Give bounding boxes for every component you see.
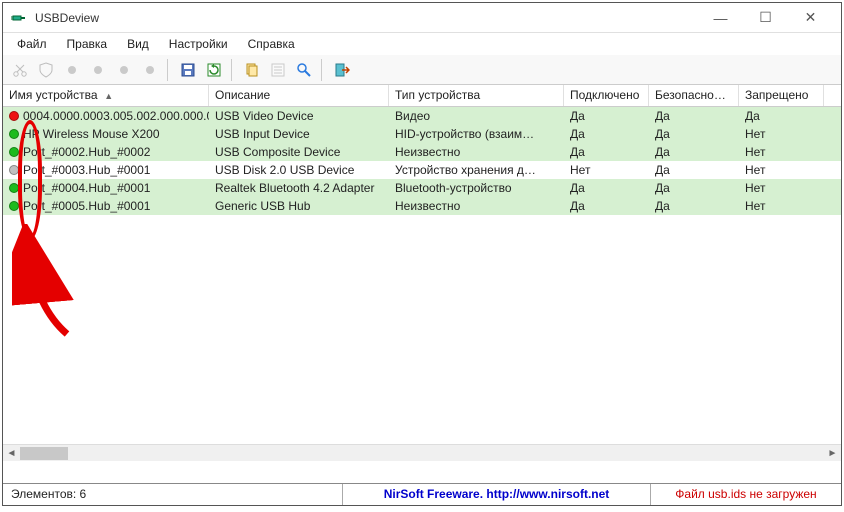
minimize-button[interactable]: — [698, 3, 743, 33]
copy-icon[interactable] [241, 59, 263, 81]
cell-type: Неизвестно [389, 145, 564, 159]
cell-desc: USB Input Device [209, 127, 389, 141]
table-row[interactable]: Port_#0003.Hub_#0001 USB Disk 2.0 USB Dev… [3, 161, 841, 179]
table-row[interactable]: Port_#0002.Hub_#0002 USB Composite Device… [3, 143, 841, 161]
cell-name: Port_#0002.Hub_#0002 [23, 145, 150, 159]
cell-denied: Да [739, 109, 824, 123]
column-header-denied[interactable]: Запрещено [739, 85, 824, 106]
scissors-icon[interactable] [9, 59, 31, 81]
status-link[interactable]: NirSoft Freeware. http://www.nirsoft.net [343, 484, 651, 505]
menu-help[interactable]: Справка [240, 35, 303, 53]
menu-edit[interactable]: Правка [59, 35, 116, 53]
cell-connected: Да [564, 127, 649, 141]
titlebar[interactable]: USBDeview — ☐ ✕ [3, 3, 841, 33]
column-header-desc[interactable]: Описание [209, 85, 389, 106]
cell-safe: Да [649, 127, 739, 141]
dot4-icon[interactable] [139, 59, 161, 81]
cell-desc: Realtek Bluetooth 4.2 Adapter [209, 181, 389, 195]
cell-name: Port_#0004.Hub_#0001 [23, 181, 150, 195]
cell-connected: Да [564, 181, 649, 195]
cell-connected: Да [564, 145, 649, 159]
statusbar: Элементов: 6 NirSoft Freeware. http://ww… [3, 483, 841, 505]
status-dot-icon [9, 147, 19, 157]
cell-desc: USB Composite Device [209, 145, 389, 159]
window-title: USBDeview [35, 11, 99, 25]
cell-type: HID-устройство (взаим… [389, 127, 564, 141]
cell-safe: Да [649, 181, 739, 195]
cell-denied: Нет [739, 199, 824, 213]
exit-icon[interactable] [331, 59, 353, 81]
cell-name: 0004.0000.0003.005.002.000.000.0… [23, 109, 209, 123]
cell-safe: Да [649, 199, 739, 213]
scroll-right-arrow-icon[interactable]: ► [824, 445, 841, 462]
column-headers: Имя устройства ▲ Описание Тип устройства… [3, 85, 841, 107]
cell-safe: Да [649, 109, 739, 123]
status-dot-icon [9, 111, 19, 121]
menu-view[interactable]: Вид [119, 35, 157, 53]
toolbar-separator [321, 59, 325, 81]
table-row[interactable]: Port_#0005.Hub_#0001 Generic USB HubНеизв… [3, 197, 841, 215]
dot1-icon[interactable] [61, 59, 83, 81]
cell-name: HP Wireless Mouse X200 [23, 127, 160, 141]
column-header-name[interactable]: Имя устройства ▲ [3, 85, 209, 106]
app-window: USBDeview — ☐ ✕ Файл Правка Вид Настройк… [2, 2, 842, 506]
sort-indicator-icon: ▲ [104, 91, 113, 101]
menu-settings[interactable]: Настройки [161, 35, 236, 53]
cell-safe: Да [649, 163, 739, 177]
refresh-icon[interactable] [203, 59, 225, 81]
cell-type: Видео [389, 109, 564, 123]
status-dot-icon [9, 183, 19, 193]
menubar: Файл Правка Вид Настройки Справка [3, 33, 841, 55]
table-row[interactable]: Port_#0004.Hub_#0001 Realtek Bluetooth 4.… [3, 179, 841, 197]
cell-denied: Нет [739, 145, 824, 159]
list-view: Имя устройства ▲ Описание Тип устройства… [3, 85, 841, 483]
status-dot-icon [9, 129, 19, 139]
cell-desc: USB Video Device [209, 109, 389, 123]
find-icon[interactable] [293, 59, 315, 81]
close-button[interactable]: ✕ [788, 3, 833, 33]
cell-denied: Нет [739, 127, 824, 141]
toolbar-separator [167, 59, 171, 81]
cell-name: Port_#0005.Hub_#0001 [23, 199, 150, 213]
cell-desc: USB Disk 2.0 USB Device [209, 163, 389, 177]
cell-denied: Нет [739, 163, 824, 177]
dot2-icon[interactable] [87, 59, 109, 81]
cell-desc: Generic USB Hub [209, 199, 389, 213]
shield-icon[interactable] [35, 59, 57, 81]
maximize-button[interactable]: ☐ [743, 3, 788, 33]
column-header-type[interactable]: Тип устройства [389, 85, 564, 106]
cell-type: Bluetooth-устройство [389, 181, 564, 195]
cell-connected: Нет [564, 163, 649, 177]
table-row[interactable]: HP Wireless Mouse X200 USB Input DeviceHI… [3, 125, 841, 143]
toolbar-separator [231, 59, 235, 81]
cell-connected: Да [564, 199, 649, 213]
dot3-icon[interactable] [113, 59, 135, 81]
menu-file[interactable]: Файл [9, 35, 55, 53]
cell-connected: Да [564, 109, 649, 123]
save-icon[interactable] [177, 59, 199, 81]
status-count: Элементов: 6 [3, 484, 343, 505]
column-header-connected[interactable]: Подключено [564, 85, 649, 106]
status-dot-icon [9, 165, 19, 175]
rows-container: 0004.0000.0003.005.002.000.000.0…USB Vid… [3, 107, 841, 215]
horizontal-scrollbar[interactable]: ◄ ► [3, 444, 841, 461]
column-header-safe[interactable]: Безопасное … [649, 85, 739, 106]
app-icon [11, 10, 27, 26]
cell-denied: Нет [739, 181, 824, 195]
status-ids: Файл usb.ids не загружен [651, 484, 841, 505]
status-dot-icon [9, 201, 19, 211]
cell-type: Неизвестно [389, 199, 564, 213]
toolbar [3, 55, 841, 85]
cell-type: Устройство хранения д… [389, 163, 564, 177]
properties-icon[interactable] [267, 59, 289, 81]
scroll-thumb[interactable] [20, 447, 68, 460]
scroll-left-arrow-icon[interactable]: ◄ [3, 445, 20, 462]
cell-name: Port_#0003.Hub_#0001 [23, 163, 150, 177]
table-row[interactable]: 0004.0000.0003.005.002.000.000.0…USB Vid… [3, 107, 841, 125]
cell-safe: Да [649, 145, 739, 159]
